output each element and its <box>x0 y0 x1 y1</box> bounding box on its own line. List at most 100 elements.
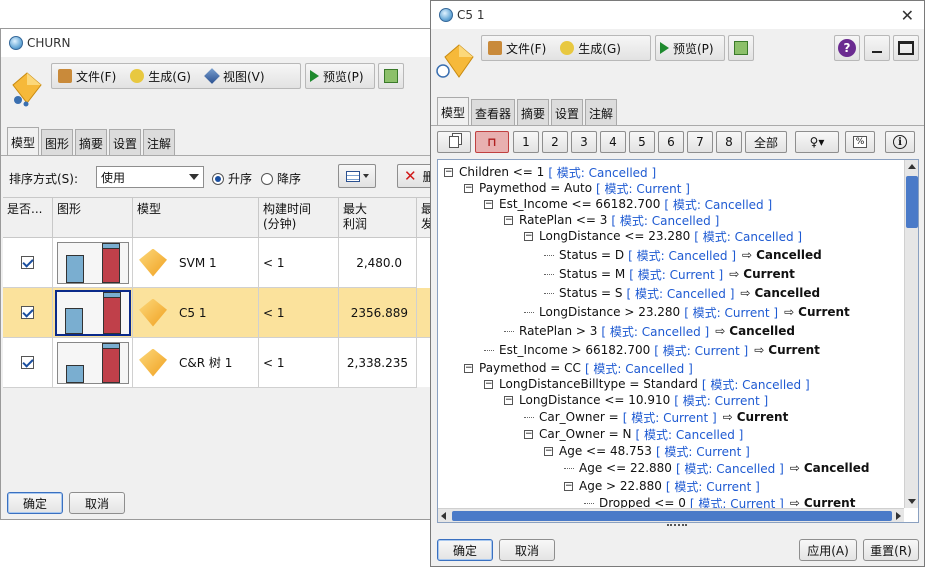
col-header-max-profit[interactable]: 最大 利润 <box>339 198 417 238</box>
tree-node[interactable]: LongDistance > 23.280[ 模式: Current ] ⇨ Cur… <box>524 304 850 320</box>
churn-tab-summary[interactable]: 摘要 <box>75 129 107 156</box>
generate-menu[interactable]: 生成(G) <box>560 40 621 57</box>
sort-descending-radio[interactable]: 降序 <box>261 170 301 187</box>
tree-node-condition: Paymethod = CC <box>479 361 581 375</box>
rule-view-button[interactable] <box>437 131 471 153</box>
collapse-toggle-icon[interactable]: − <box>464 183 473 193</box>
churn-tab-graph[interactable]: 图形 <box>41 129 73 156</box>
churn-tab-settings[interactable]: 设置 <box>109 129 141 156</box>
tree-node[interactable]: Car_Owner =[ 模式: Current ] ⇨ Current <box>524 409 788 425</box>
vertical-scrollbar[interactable] <box>904 160 918 508</box>
c5-tab-settings[interactable]: 设置 <box>551 99 583 126</box>
c5-cancel-button[interactable]: 取消 <box>499 539 555 561</box>
collapse-toggle-icon[interactable]: − <box>564 481 573 491</box>
tree-node[interactable]: − Age <= 48.753[ 模式: Current ] <box>544 443 750 459</box>
view-menu[interactable]: 视图(V) <box>204 68 265 85</box>
c5-ok-button[interactable]: 确定 <box>437 539 493 561</box>
col-header-graph[interactable]: 图形 <box>53 198 133 238</box>
depth-2-button[interactable]: 2 <box>542 131 568 153</box>
info-button[interactable]: i <box>885 131 915 153</box>
scroll-right-icon[interactable] <box>896 512 901 520</box>
depth-5-button[interactable]: 5 <box>629 131 655 153</box>
apply-button[interactable]: 应用(A) <box>799 539 857 561</box>
splitter-handle[interactable] <box>667 524 687 528</box>
reset-button[interactable]: 重置(R) <box>863 539 919 561</box>
use-checkbox-cell[interactable] <box>3 238 53 288</box>
tree-node[interactable]: − LongDistance <= 10.910[ 模式: Current ] <box>504 392 768 408</box>
depth-6-button[interactable]: 6 <box>658 131 684 153</box>
use-checkbox[interactable] <box>21 256 34 269</box>
tree-node[interactable]: RatePlan > 3[ 模式: Cancelled ] ⇨ Cancelled <box>504 323 795 339</box>
tree-node[interactable]: Est_Income > 66182.700[ 模式: Current ] ⇨ Cu… <box>484 342 820 358</box>
collapse-toggle-icon[interactable]: − <box>544 446 553 456</box>
col-header-build-time[interactable]: 构建时间 (分钟) <box>259 198 339 238</box>
tree-node[interactable]: − Age > 22.880[ 模式: Current ] <box>564 478 760 494</box>
scroll-thumb-v[interactable] <box>906 176 918 228</box>
depth-all-button[interactable]: 全部 <box>745 131 787 153</box>
collapse-toggle-icon[interactable]: − <box>504 395 513 405</box>
collapse-toggle-icon[interactable]: − <box>504 215 513 225</box>
sort-ascending-radio[interactable]: 升序 <box>212 170 252 187</box>
churn-tab-annotation[interactable]: 注解 <box>143 129 175 156</box>
collapse-toggle-icon[interactable]: − <box>524 231 533 241</box>
depth-1-button[interactable]: 1 <box>513 131 539 153</box>
col-header-model[interactable]: 模型 <box>133 198 259 238</box>
depth-4-button[interactable]: 4 <box>600 131 626 153</box>
churn-titlebar[interactable]: CHURN <box>1 29 439 57</box>
tree-node[interactable]: − Est_Income <= 66182.700[ 模式: Cancelled … <box>484 196 772 212</box>
generate-menu[interactable]: 生成(G) <box>130 68 191 85</box>
tree-node[interactable]: − Paymethod = CC[ 模式: Cancelled ] <box>464 360 693 376</box>
file-menu[interactable]: 文件(F) <box>58 68 116 85</box>
minimize-button[interactable] <box>864 35 890 61</box>
collapse-toggle-icon[interactable]: − <box>524 429 533 439</box>
churn-export-button[interactable] <box>378 63 404 89</box>
use-checkbox-cell[interactable] <box>3 338 53 388</box>
collapse-toggle-icon[interactable]: − <box>464 363 473 373</box>
file-menu[interactable]: 文件(F) <box>488 40 546 57</box>
c5-preview-button[interactable]: 预览(P) <box>655 35 725 61</box>
tree-node[interactable]: − Children <= 1[ 模式: Cancelled ] <box>444 164 656 180</box>
tree-view-button[interactable]: ⊓ <box>475 131 509 153</box>
sort-select[interactable]: 使用 <box>96 166 204 188</box>
depth-8-button[interactable]: 8 <box>716 131 742 153</box>
tree-node[interactable]: − RatePlan <= 3[ 模式: Cancelled ] <box>504 212 719 228</box>
scroll-thumb-h[interactable] <box>452 511 892 521</box>
maximize-button[interactable] <box>893 35 919 61</box>
column-chooser-button[interactable] <box>338 164 376 188</box>
use-checkbox[interactable] <box>21 306 34 319</box>
horizontal-scrollbar[interactable] <box>438 508 904 522</box>
churn-preview-button[interactable]: 预览(P) <box>305 63 375 89</box>
c5-tab-viewer[interactable]: 查看器 <box>471 99 515 126</box>
tree-node[interactable]: Status = S[ 模式: Cancelled ] ⇨ Cancelled <box>544 285 820 301</box>
depth-3-button[interactable]: 3 <box>571 131 597 153</box>
depth-7-button[interactable]: 7 <box>687 131 713 153</box>
pin-button[interactable]: ♀▾ <box>795 131 839 153</box>
collapse-toggle-icon[interactable]: − <box>484 379 493 389</box>
churn-tab-model[interactable]: 模型 <box>7 127 39 156</box>
close-icon[interactable]: ✕ <box>901 6 914 25</box>
collapse-toggle-icon[interactable]: − <box>484 199 493 209</box>
use-checkbox-cell[interactable] <box>3 288 53 338</box>
scroll-down-icon[interactable] <box>908 499 916 504</box>
scroll-up-icon[interactable] <box>908 164 916 169</box>
tree-node[interactable]: − Car_Owner = N[ 模式: Cancelled ] <box>524 426 743 442</box>
churn-cancel-button[interactable]: 取消 <box>69 492 125 514</box>
tree-node[interactable]: Status = M[ 模式: Current ] ⇨ Current <box>544 266 795 282</box>
col-header-use[interactable]: 是否... <box>3 198 53 238</box>
percent-button[interactable]: % <box>845 131 875 153</box>
help-button[interactable]: ? <box>834 35 860 61</box>
use-checkbox[interactable] <box>21 356 34 369</box>
tree-node[interactable]: Age <= 22.880[ 模式: Cancelled ] ⇨ Cancelled <box>564 460 870 476</box>
c5-titlebar[interactable]: C5 1 ✕ <box>431 1 924 29</box>
tree-node[interactable]: − Paymethod = Auto[ 模式: Current ] <box>464 180 690 196</box>
churn-ok-button[interactable]: 确定 <box>7 492 63 514</box>
tree-node[interactable]: Status = D[ 模式: Cancelled ] ⇨ Cancelled <box>544 247 822 263</box>
scroll-left-icon[interactable] <box>441 512 446 520</box>
c5-export-button[interactable] <box>728 35 754 61</box>
collapse-toggle-icon[interactable]: − <box>444 167 453 177</box>
tree-node[interactable]: − LongDistance <= 23.280[ 模式: Cancelled ] <box>524 228 802 244</box>
c5-tab-summary[interactable]: 摘要 <box>517 99 549 126</box>
tree-node[interactable]: − LongDistanceBilltype = Standard[ 模式: Ca… <box>484 376 810 392</box>
c5-tab-model[interactable]: 模型 <box>437 97 469 126</box>
c5-tab-annotation[interactable]: 注解 <box>585 99 617 126</box>
